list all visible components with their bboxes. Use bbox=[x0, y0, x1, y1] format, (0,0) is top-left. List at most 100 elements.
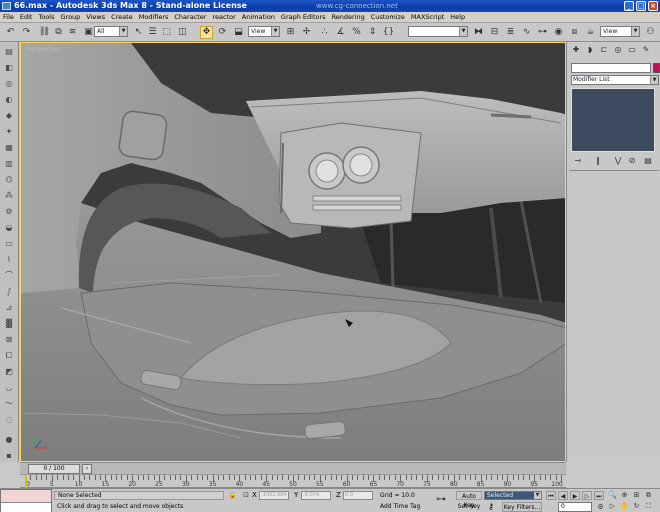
select-manipulate-icon[interactable]: ✢ bbox=[300, 26, 313, 39]
spinner-snap-icon[interactable]: ⇕ bbox=[366, 26, 379, 39]
menu-item-maxscript[interactable]: MAXScript bbox=[411, 13, 444, 21]
next-frame-arrow-icon[interactable]: › bbox=[82, 464, 92, 474]
render-icon[interactable]: ▪ bbox=[3, 450, 15, 461]
render-last-icon[interactable]: ⚇ bbox=[644, 26, 657, 39]
create-tab-icon[interactable]: ✚ bbox=[571, 45, 581, 55]
pivot-center-icon[interactable]: ⊞ bbox=[284, 26, 297, 39]
pin-stack-icon[interactable]: ⊸ bbox=[573, 156, 583, 166]
snap-toggle-icon[interactable]: ∴ bbox=[318, 26, 331, 39]
torus-icon[interactable]: ◎ bbox=[3, 78, 15, 89]
nurbs-icon[interactable]: ◒ bbox=[3, 222, 15, 233]
zoom-extents-all-icon[interactable]: ⧉ bbox=[644, 491, 653, 500]
taper-icon[interactable]: ⊿ bbox=[3, 302, 15, 313]
helpers-icon[interactable]: ▥ bbox=[3, 158, 15, 169]
curve-editor-icon[interactable]: ∿ bbox=[520, 26, 533, 39]
selection-filter-dropdown[interactable]: All ▼ bbox=[94, 26, 128, 37]
maximize-button[interactable]: □ bbox=[636, 1, 646, 11]
maximize-viewport-icon[interactable]: ⛶ bbox=[644, 502, 653, 511]
menu-item-character[interactable]: Character bbox=[174, 13, 206, 21]
previous-frame-icon[interactable]: ◀ bbox=[558, 491, 568, 500]
modify-tab-icon[interactable]: ◗ bbox=[585, 45, 595, 55]
align-icon[interactable]: ⊟ bbox=[488, 26, 501, 39]
zoom-all-icon[interactable]: ⊕ bbox=[620, 491, 629, 500]
selection-lock-icon[interactable]: 🔒 bbox=[228, 491, 237, 500]
select-and-rotate-icon[interactable]: ⟳ bbox=[216, 26, 229, 39]
bend-icon[interactable]: ⌒ bbox=[3, 270, 15, 281]
menu-item-customize[interactable]: Customize bbox=[371, 13, 405, 21]
time-slider[interactable]: 0 / 100 › bbox=[20, 462, 566, 474]
zoom-icon[interactable]: 🔍 bbox=[608, 491, 617, 500]
set-key-button[interactable]: Set Key bbox=[456, 502, 482, 512]
edit-mesh-icon[interactable]: ◩ bbox=[3, 366, 15, 377]
current-frame-field[interactable]: 0 bbox=[558, 502, 592, 512]
unlink-icon[interactable]: ⧉ bbox=[52, 26, 65, 39]
particles-icon[interactable]: ⁂ bbox=[3, 190, 15, 201]
bind-space-warp-icon[interactable]: ≋ bbox=[66, 26, 79, 39]
key-mode-dropdown[interactable]: Selected ▼ bbox=[484, 491, 542, 500]
set-key-icon[interactable]: ⚷ bbox=[484, 502, 498, 512]
patch-grids-icon[interactable]: ⚙ bbox=[3, 206, 15, 217]
play-icon[interactable]: ▶ bbox=[570, 491, 580, 500]
objects-icon[interactable]: ◧ bbox=[3, 62, 15, 73]
lights-icon[interactable]: ✦ bbox=[3, 126, 15, 137]
select-object-icon[interactable]: ↖ bbox=[132, 26, 145, 39]
modifiers-icon[interactable]: ⌇ bbox=[3, 254, 15, 265]
time-slider-thumb[interactable]: 0 / 100 bbox=[28, 464, 80, 474]
render-view-dropdown[interactable]: View ▼ bbox=[600, 26, 640, 37]
perspective-viewport[interactable]: Perspective bbox=[20, 42, 566, 462]
wave-icon[interactable]: 〜 bbox=[3, 398, 15, 409]
go-to-end-icon[interactable]: ⏭ bbox=[594, 491, 604, 500]
menu-item-group[interactable]: Group bbox=[61, 13, 81, 21]
maxscript-input[interactable] bbox=[1, 502, 51, 512]
pan-icon[interactable]: ✋ bbox=[620, 502, 629, 511]
track-bar[interactable]: 0 5 10 15 20 25 30 35 40 45 50 55 60 65 70 75 80 85 90 95 10… bbox=[20, 474, 566, 488]
add-time-tag-button[interactable]: Add Time Tag bbox=[380, 502, 420, 512]
menu-item-tools[interactable]: Tools bbox=[38, 13, 54, 21]
link-icon[interactable]: ⛓ bbox=[38, 26, 51, 39]
noise-icon[interactable]: ▓ bbox=[3, 318, 15, 329]
menu-item-graph-editors[interactable]: Graph Editors bbox=[281, 13, 326, 21]
region-select-icon[interactable]: ⬚ bbox=[160, 26, 173, 39]
object-color-swatch[interactable] bbox=[653, 63, 660, 73]
y-coordinate-field[interactable]: -8.074 bbox=[301, 491, 331, 500]
zoom-extents-icon[interactable]: ⊞ bbox=[632, 491, 641, 500]
twist-icon[interactable]: ∫ bbox=[3, 286, 15, 297]
absolute-mode-icon[interactable]: ⊡ bbox=[242, 491, 250, 500]
quick-render-icon[interactable]: ☕ bbox=[584, 26, 597, 39]
motion-tab-icon[interactable]: ◎ bbox=[613, 45, 623, 55]
undo-icon[interactable]: ↶ bbox=[4, 26, 17, 39]
spacewarps-icon[interactable]: ⌬ bbox=[3, 174, 15, 185]
menu-item-edit[interactable]: Edit bbox=[20, 13, 33, 21]
next-frame-icon[interactable]: ▷ bbox=[582, 491, 592, 500]
select-by-name-icon[interactable]: ☰ bbox=[146, 26, 159, 39]
show-end-result-icon[interactable]: ‖ bbox=[593, 156, 603, 166]
redo-icon[interactable]: ↷ bbox=[20, 26, 33, 39]
window-crossing-icon[interactable]: ◫ bbox=[176, 26, 189, 39]
select-and-scale-icon[interactable]: ⬓ bbox=[232, 26, 245, 39]
material-icon[interactable]: ● bbox=[3, 434, 15, 445]
display-tab-icon[interactable]: ▭ bbox=[627, 45, 637, 55]
material-editor-icon[interactable]: ◉ bbox=[552, 26, 565, 39]
angle-snap-icon[interactable]: ∡ bbox=[334, 26, 347, 39]
edit-named-selection-icon[interactable]: {} bbox=[382, 26, 395, 39]
menu-item-views[interactable]: Views bbox=[86, 13, 105, 21]
menu-item-animation[interactable]: Animation bbox=[242, 13, 275, 21]
x-coordinate-field[interactable]: -1062.684 bbox=[259, 491, 289, 500]
extras-icon[interactable]: ▤ bbox=[3, 46, 15, 57]
object-name-field[interactable] bbox=[571, 63, 651, 73]
go-to-start-icon[interactable]: ⏮ bbox=[546, 491, 556, 500]
key-icon[interactable]: ⊶ bbox=[436, 493, 452, 507]
cameras-icon[interactable]: ▦ bbox=[3, 142, 15, 153]
frame-ruler[interactable]: 0 5 10 15 20 25 30 35 40 45 50 55 60 65 70 75 80 85 90 95 10… bbox=[25, 475, 563, 488]
configure-sets-icon[interactable]: ▤ bbox=[643, 156, 653, 166]
field-of-view-icon[interactable]: ▷ bbox=[608, 502, 617, 511]
render-scene-icon[interactable]: ⧈ bbox=[568, 26, 581, 39]
utilities-tab-icon[interactable]: ✎ bbox=[641, 45, 651, 55]
menu-item-file[interactable]: File bbox=[3, 13, 14, 21]
uvw-map-icon[interactable]: ⧠ bbox=[3, 350, 15, 361]
mirror-icon[interactable]: ⧓ bbox=[472, 26, 485, 39]
menu-item-rendering[interactable]: Rendering bbox=[332, 13, 365, 21]
percent-snap-icon[interactable]: % bbox=[350, 26, 363, 39]
menu-item-create[interactable]: Create bbox=[111, 13, 133, 21]
dynamics-icon[interactable]: ▭ bbox=[3, 238, 15, 249]
